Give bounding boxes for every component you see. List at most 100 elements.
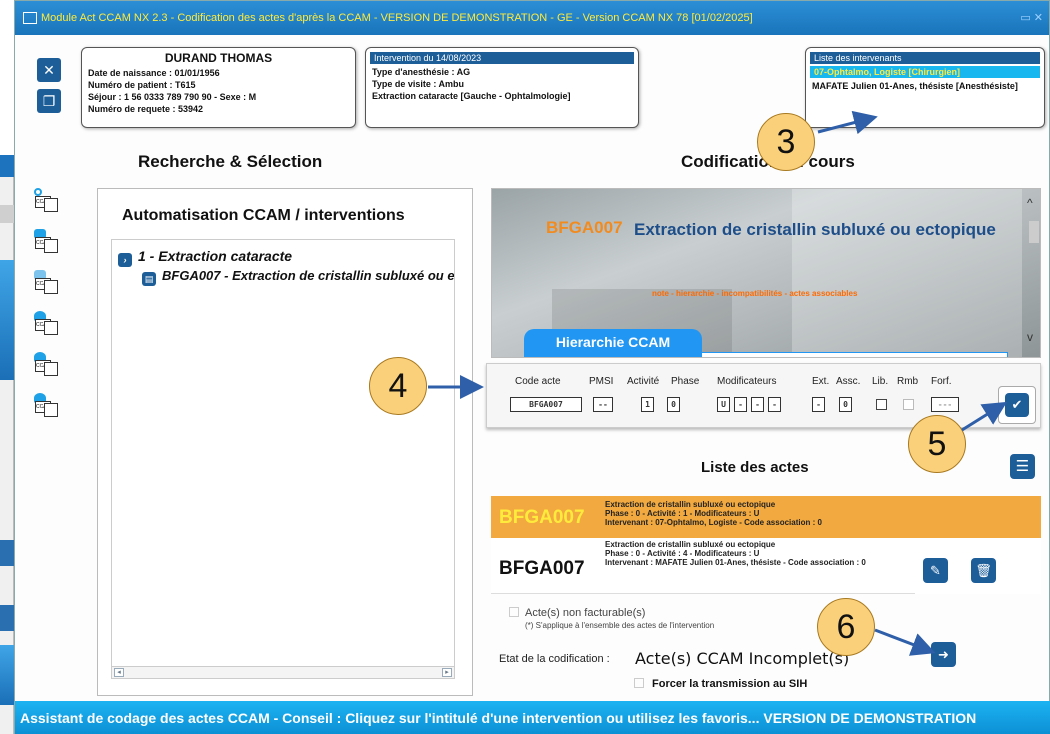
close-icon: ✕: [43, 62, 55, 78]
callout-3: 3: [757, 113, 815, 171]
lib-checkbox[interactable]: [876, 399, 887, 410]
non-facturable-option[interactable]: Acte(s) non facturable(s): [509, 607, 645, 619]
window-title: Module Act CCAM NX 2.3 - Codification de…: [41, 12, 753, 24]
patient-stay: Séjour : 1 56 0333 789 790 90 - Sexe : M: [88, 92, 257, 102]
title-bar[interactable]: Module Act CCAM NX 2.3 - Codification de…: [15, 1, 1049, 35]
document-icon: ▤: [142, 272, 156, 286]
assc-field[interactable]: 0: [839, 397, 852, 412]
callout-4: 4: [369, 357, 427, 415]
acte-row-description: Extraction de cristallin subluxé ou ecto…: [605, 500, 822, 527]
pmsi-field[interactable]: --: [593, 397, 613, 412]
modificateur-1-field[interactable]: U: [717, 397, 730, 412]
rmb-checkbox[interactable]: [903, 399, 914, 410]
check-icon: ✔: [1005, 393, 1029, 417]
scroll-right-icon[interactable]: ▸: [442, 668, 452, 677]
code-acte-field[interactable]: BFGA007: [510, 397, 582, 412]
non-facturable-note: (*) S'applique à l'ensemble des actes de…: [525, 621, 715, 630]
tab-hierarchie-ccam[interactable]: Hierarchie CCAM: [524, 329, 702, 357]
app-icon: [23, 12, 37, 25]
modificateur-3-field[interactable]: -: [751, 397, 764, 412]
actes-menu-button[interactable]: ☰: [1010, 454, 1035, 479]
acte-detail-links[interactable]: note - hierarchie - incompatibilités - a…: [652, 289, 857, 298]
tree-node-acte[interactable]: ▤ BFGA007 - Extraction de cristallin subl…: [142, 268, 454, 286]
copy-button[interactable]: ❐: [37, 89, 61, 113]
delete-acte-button[interactable]: 🗑: [971, 558, 996, 583]
patient-card: DURAND THOMAS Date de naissance : 01/01/…: [81, 47, 356, 128]
acte-detail-panel: Extraction de cristallin subluxé ou ecto…: [491, 188, 1041, 358]
patient-birthdate: Date de naissance : 01/01/1956: [88, 68, 220, 78]
scroll-down-icon[interactable]: v: [1027, 330, 1033, 344]
intervenant-selected[interactable]: 07-Ophtalmo, Logiste [Chirurgien]: [810, 66, 1040, 78]
anesthesia-type: Type d'anesthésie : AG: [372, 67, 471, 77]
intervention-card[interactable]: Intervention du 14/08/2023 Type d'anesth…: [365, 47, 639, 128]
scroll-left-icon[interactable]: ◂: [114, 668, 124, 677]
ccam-list-icon[interactable]: CCAM: [32, 270, 60, 298]
ccam-doctor-icon[interactable]: CCAM: [32, 393, 60, 421]
callout-5: 5: [908, 415, 966, 473]
close-button[interactable]: ✕: [37, 58, 61, 82]
callout-6: 6: [817, 598, 875, 656]
acte-row-code: BFGA007: [499, 558, 585, 579]
acte-row-code: BFGA007: [499, 507, 585, 528]
label-forf: Forf.: [931, 376, 952, 387]
status-bar: Assistant de codage des actes CCAM - Con…: [15, 701, 1050, 734]
forf-field[interactable]: ---: [931, 397, 959, 412]
detail-vertical-scrollbar[interactable]: ^ v: [1027, 196, 1041, 346]
automation-heading: Automatisation CCAM / interventions: [122, 207, 405, 224]
activite-field[interactable]: 1: [641, 397, 654, 412]
ccam-folder-icon[interactable]: CCAM: [32, 229, 60, 257]
ext-field[interactable]: -: [812, 397, 825, 412]
phase-field[interactable]: 0: [667, 397, 680, 412]
etat-codification-label: Etat de la codification :: [499, 653, 610, 665]
label-activite: Activité: [627, 376, 660, 387]
label-pmsi: PMSI: [589, 376, 614, 387]
background-window: [0, 155, 14, 734]
tree-node-intervention[interactable]: › 1 - Extraction cataracte: [118, 248, 292, 267]
patient-name: DURAND THOMAS: [164, 51, 273, 65]
non-facturable-checkbox[interactable]: [509, 607, 519, 617]
intervenants-card: Liste des intervenants 07-Ophtalmo, Logi…: [805, 47, 1045, 128]
acte-row[interactable]: BFGA007 Extraction de cristallin subluxé…: [491, 496, 1041, 538]
send-icon: ➜: [938, 647, 949, 662]
window-controls[interactable]: ▭ ✕: [1020, 1, 1043, 35]
modificateur-2-field[interactable]: -: [734, 397, 747, 412]
ccam-users-icon[interactable]: CCAM: [32, 352, 60, 380]
acte-row[interactable]: BFGA007 Extraction de cristallin subluxé…: [491, 538, 1041, 594]
intervention-tree[interactable]: › 1 - Extraction cataracte ▤ BFGA007 - Ext…: [111, 239, 455, 679]
label-assc: Assc.: [836, 376, 861, 387]
label-rmb: Rmb: [897, 376, 919, 387]
patient-number: Numéro de patient : T615: [88, 80, 196, 90]
acte-row-actions: ✎ 🗑: [915, 538, 1041, 594]
scroll-up-icon[interactable]: ^: [1027, 196, 1033, 210]
label-ext: Ext.: [812, 376, 830, 387]
etat-codification-value: Acte(s) CCAM Incomplet(s): [635, 649, 850, 668]
acte-row-description: Extraction de cristallin subluxé ou ecto…: [605, 540, 866, 567]
edit-acte-button[interactable]: ✎: [923, 558, 948, 583]
ccam-user-icon[interactable]: CCAM: [32, 311, 60, 339]
forcer-transmission-checkbox[interactable]: [634, 678, 644, 688]
copy-icon: ❐: [42, 93, 56, 109]
intervenant-other[interactable]: MAFATE Julien 01-Anes, thésiste [Anesthé…: [806, 78, 1044, 94]
intervenants-header: Liste des intervenants: [810, 52, 1040, 64]
label-modificateurs: Modificateurs: [717, 376, 777, 387]
scroll-thumb[interactable]: [1029, 221, 1039, 243]
validate-code-button[interactable]: ✔: [998, 386, 1036, 424]
actes-list-title: Liste des actes: [701, 459, 809, 476]
forcer-transmission-option[interactable]: Forcer la transmission au SIH: [634, 678, 807, 690]
edit-icon: ✎: [930, 563, 941, 578]
modificateur-4-field[interactable]: -: [768, 397, 781, 412]
send-button[interactable]: ➜: [931, 642, 956, 667]
left-toolbar: CCAM CCAM CCAM CCAM CCAM CCAM: [32, 188, 62, 434]
code-entry-panel: Code acte PMSI Activité Phase Modificate…: [486, 363, 1041, 428]
menu-icon: ☰: [1015, 458, 1030, 475]
patient-request: Numéro de requete : 53942: [88, 104, 204, 114]
label-lib: Lib.: [872, 376, 889, 387]
trash-icon: 🗑: [975, 563, 992, 578]
intervention-header: Intervention du 14/08/2023: [370, 52, 634, 64]
intervention-label: Extraction cataracte [Gauche - Ophtalmol…: [372, 91, 571, 101]
label-code-acte: Code acte: [515, 376, 561, 387]
tree-horizontal-scrollbar[interactable]: ◂ ▸: [112, 666, 454, 678]
ccam-search-icon[interactable]: CCAM: [32, 188, 60, 216]
expand-icon[interactable]: ›: [118, 253, 132, 267]
acte-detail-code: BFGA007: [546, 218, 623, 237]
